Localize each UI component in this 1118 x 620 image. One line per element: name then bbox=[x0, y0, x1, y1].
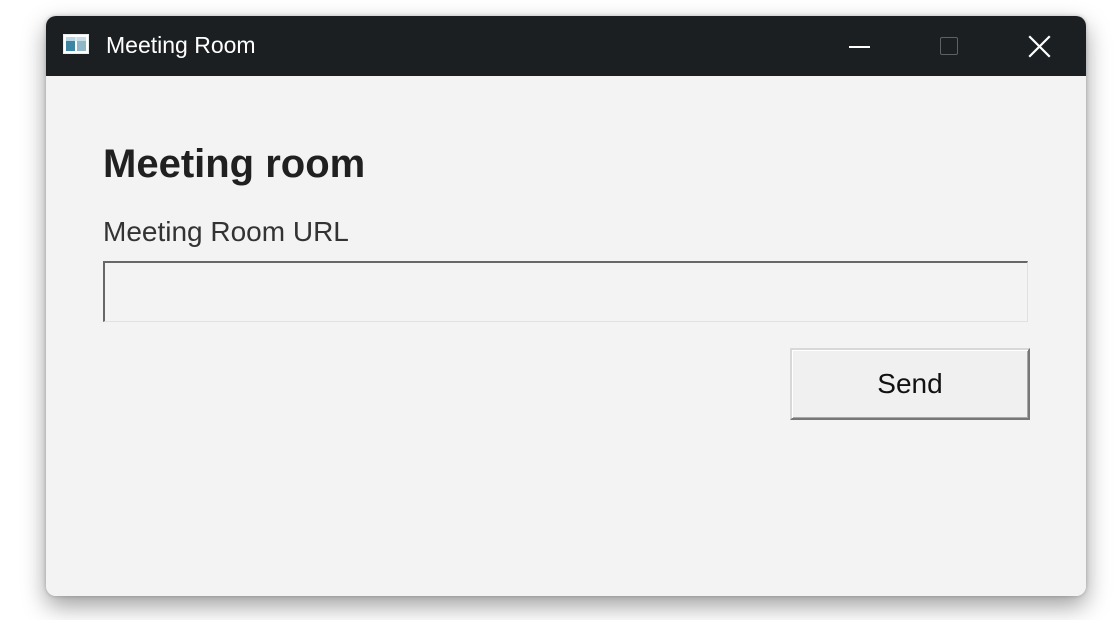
page-title: Meeting room bbox=[103, 142, 366, 186]
window-titlebar[interactable]: Meeting Room bbox=[46, 16, 1086, 76]
meeting-room-url-label: Meeting Room URL bbox=[103, 216, 349, 247]
meeting-room-url-input[interactable] bbox=[103, 261, 1028, 322]
window-content: Meeting room Meeting Room URL Send bbox=[46, 76, 1086, 596]
send-button[interactable]: Send bbox=[790, 348, 1030, 420]
close-icon bbox=[1027, 34, 1051, 58]
minimize-button[interactable] bbox=[812, 16, 906, 76]
desktop: Meeting Room Meeting room Meeting Room U… bbox=[0, 0, 1118, 620]
maximize-button[interactable] bbox=[902, 16, 996, 76]
maximize-icon bbox=[940, 37, 958, 55]
close-button[interactable] bbox=[992, 16, 1086, 76]
meeting-room-window: Meeting Room Meeting room Meeting Room U… bbox=[46, 16, 1086, 596]
minimize-icon bbox=[848, 46, 870, 48]
window-title: Meeting Room bbox=[106, 32, 256, 58]
app-window-icon bbox=[63, 34, 89, 54]
